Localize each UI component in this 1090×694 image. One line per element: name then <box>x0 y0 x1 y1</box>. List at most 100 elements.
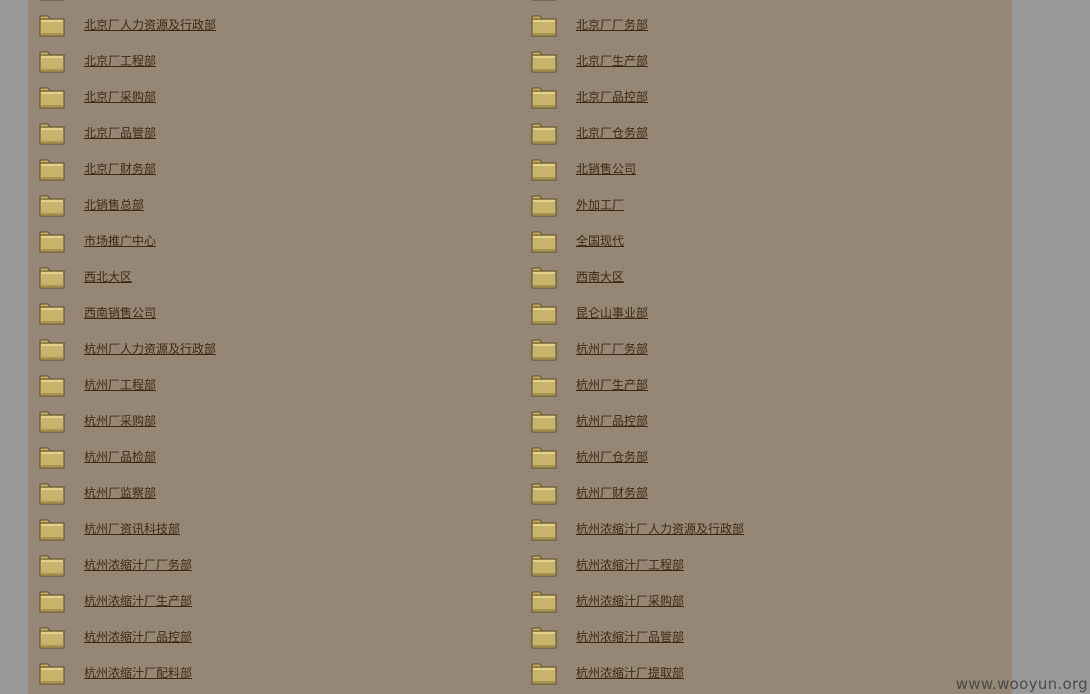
folder-link[interactable]: 北京厂厂务部 <box>576 18 648 32</box>
folder-item[interactable]: 杭州浓缩汁厂配料部 <box>39 657 519 693</box>
folder-link[interactable]: 杭州浓缩汁厂品控部 <box>84 630 192 644</box>
folder-item[interactable]: 北京厂工程部 <box>39 45 519 81</box>
folder-link[interactable]: 杭州浓缩汁厂品管部 <box>576 630 684 644</box>
folder-link[interactable]: 北销售总部 <box>84 198 144 212</box>
folder-icon[interactable] <box>531 483 557 505</box>
folder-item[interactable]: 杭州厂品控部 <box>531 405 1011 441</box>
folder-link[interactable]: 西北大区 <box>84 270 132 284</box>
folder-link[interactable]: 西南大区 <box>576 270 624 284</box>
folder-item[interactable]: 北京厂品控部 <box>531 81 1011 117</box>
folder-item[interactable]: 昆仑山事业部 <box>531 297 1011 333</box>
folder-item[interactable]: 北京厂人力资源及行政部 <box>39 9 519 45</box>
folder-item[interactable]: 北京厂厂务部 <box>531 9 1011 45</box>
folder-link[interactable]: 杭州浓缩汁厂人力资源及行政部 <box>576 522 744 536</box>
folder-item[interactable]: 北销售总部 <box>39 189 519 225</box>
folder-link[interactable]: 杭州浓缩汁厂配料部 <box>84 666 192 680</box>
folder-link[interactable]: 西南销售公司 <box>84 306 156 320</box>
folder-link[interactable]: 杭州厂财务部 <box>576 486 648 500</box>
folder-item[interactable]: 北京厂财务部 <box>39 153 519 189</box>
folder-icon[interactable] <box>39 123 65 145</box>
folder-item[interactable]: 杭州浓缩汁厂品控部 <box>39 621 519 657</box>
folder-item[interactable]: 全国现代 <box>531 225 1011 261</box>
folder-icon[interactable] <box>39 303 65 325</box>
folder-item[interactable]: 杭州厂监察部 <box>39 477 519 513</box>
folder-link[interactable]: 北京厂财务部 <box>84 162 156 176</box>
folder-link[interactable]: 北京厂生产部 <box>576 54 648 68</box>
folder-item[interactable]: 市场推广中心 <box>39 225 519 261</box>
folder-icon[interactable] <box>531 627 557 649</box>
folder-item[interactable]: 杭州厂资讯科技部 <box>39 513 519 549</box>
folder-icon[interactable] <box>39 195 65 217</box>
folder-icon[interactable] <box>39 231 65 253</box>
folder-icon[interactable] <box>531 159 557 181</box>
folder-icon[interactable] <box>39 483 65 505</box>
folder-icon[interactable] <box>39 627 65 649</box>
folder-link[interactable]: 杭州浓缩汁厂采购部 <box>576 594 684 608</box>
folder-icon[interactable] <box>39 519 65 541</box>
folder-icon[interactable] <box>531 87 557 109</box>
folder-icon[interactable] <box>531 519 557 541</box>
folder-item[interactable]: 杭州浓缩汁厂生产部 <box>39 585 519 621</box>
folder-icon[interactable] <box>531 51 557 73</box>
folder-icon[interactable] <box>531 411 557 433</box>
folder-link[interactable]: 外加工厂 <box>576 198 624 212</box>
folder-item[interactable]: 杭州厂工程部 <box>39 369 519 405</box>
folder-item[interactable]: 杭州厂财务部 <box>531 477 1011 513</box>
folder-link[interactable]: 杭州浓缩汁厂工程部 <box>576 558 684 572</box>
folder-item[interactable]: 杭州浓缩汁厂品管部 <box>531 621 1011 657</box>
folder-item[interactable]: 西南大区 <box>531 261 1011 297</box>
folder-link[interactable]: 北京厂仓务部 <box>576 126 648 140</box>
folder-icon[interactable] <box>39 51 65 73</box>
folder-item[interactable]: 西北大区 <box>39 261 519 297</box>
folder-item[interactable]: 杭州厂采购部 <box>39 405 519 441</box>
folder-icon[interactable] <box>39 0 65 1</box>
folder-item[interactable]: 北销售公司 <box>531 153 1011 189</box>
folder-icon[interactable] <box>39 15 65 37</box>
folder-link[interactable]: 昆仑山事业部 <box>576 306 648 320</box>
folder-icon[interactable] <box>39 339 65 361</box>
folder-item[interactable]: 西南销售公司 <box>39 297 519 333</box>
folder-icon[interactable] <box>531 375 557 397</box>
folder-item[interactable]: 杭州厂仓务部 <box>531 441 1011 477</box>
folder-item[interactable] <box>531 0 1011 9</box>
folder-icon[interactable] <box>531 447 557 469</box>
folder-link[interactable]: 杭州厂仓务部 <box>576 450 648 464</box>
folder-icon[interactable] <box>531 15 557 37</box>
folder-link[interactable]: 杭州厂生产部 <box>576 378 648 392</box>
folder-icon[interactable] <box>531 123 557 145</box>
folder-icon[interactable] <box>531 267 557 289</box>
folder-icon[interactable] <box>531 591 557 613</box>
folder-link[interactable]: 全国现代 <box>576 234 624 248</box>
folder-link[interactable]: 杭州厂工程部 <box>84 378 156 392</box>
folder-link[interactable]: 杭州浓缩汁厂厂务部 <box>84 558 192 572</box>
folder-icon[interactable] <box>39 267 65 289</box>
folder-item[interactable]: 北京厂仓务部 <box>531 117 1011 153</box>
folder-item[interactable]: 北京厂生产部 <box>531 45 1011 81</box>
folder-link[interactable]: 北京厂工程部 <box>84 54 156 68</box>
folder-icon[interactable] <box>39 411 65 433</box>
folder-item[interactable]: 杭州浓缩汁厂采购部 <box>531 585 1011 621</box>
folder-item[interactable]: 杭州浓缩汁厂人力资源及行政部 <box>531 513 1011 549</box>
folder-link[interactable]: 北京厂人力资源及行政部 <box>84 18 216 32</box>
folder-link[interactable]: 北销售公司 <box>576 162 636 176</box>
folder-item[interactable]: 杭州厂人力资源及行政部 <box>39 333 519 369</box>
folder-icon[interactable] <box>39 159 65 181</box>
folder-link[interactable]: 北京厂品管部 <box>84 126 156 140</box>
folder-link[interactable]: 北京厂品控部 <box>576 90 648 104</box>
folder-item[interactable]: 北京厂品管部 <box>39 117 519 153</box>
folder-icon[interactable] <box>39 591 65 613</box>
folder-link[interactable]: 杭州厂品检部 <box>84 450 156 464</box>
folder-link[interactable]: 杭州厂厂务部 <box>576 342 648 356</box>
folder-link[interactable]: 杭州厂资讯科技部 <box>84 522 180 536</box>
folder-item[interactable]: 北京厂采购部 <box>39 81 519 117</box>
folder-link[interactable]: 杭州浓缩汁厂提取部 <box>576 666 684 680</box>
folder-icon[interactable] <box>531 663 557 685</box>
folder-item[interactable]: 杭州厂生产部 <box>531 369 1011 405</box>
folder-icon[interactable] <box>531 195 557 217</box>
folder-link[interactable]: 杭州厂采购部 <box>84 414 156 428</box>
folder-icon[interactable] <box>531 0 557 1</box>
folder-icon[interactable] <box>39 447 65 469</box>
folder-icon[interactable] <box>39 87 65 109</box>
folder-item[interactable]: 外加工厂 <box>531 189 1011 225</box>
folder-link[interactable]: 杭州浓缩汁厂生产部 <box>84 594 192 608</box>
